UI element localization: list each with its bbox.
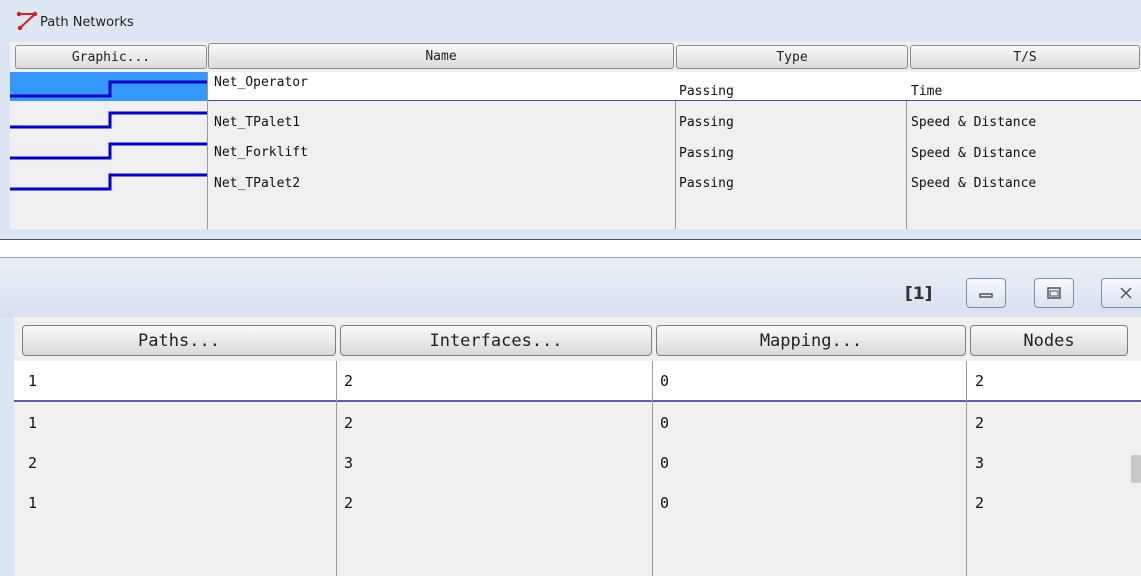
row-mapping[interactable]: 0: [660, 414, 669, 432]
row-divider: [208, 100, 1141, 101]
minimize-icon[interactable]: [966, 278, 1006, 308]
row-mapping[interactable]: 0: [660, 372, 669, 390]
column-header-graphic[interactable]: Graphic...: [15, 45, 207, 69]
row-name[interactable]: Net_Forklift: [214, 145, 308, 160]
row-name[interactable]: Net_TPalet1: [214, 115, 300, 130]
column-divider: [336, 361, 337, 576]
column-divider: [966, 361, 967, 576]
close-icon[interactable]: [1101, 278, 1141, 308]
row-type[interactable]: Passing: [679, 146, 734, 161]
row-type[interactable]: Passing: [679, 115, 734, 130]
row-ts[interactable]: Speed & Distance: [911, 146, 1036, 161]
maximize-icon[interactable]: [1034, 278, 1074, 308]
row-nodes[interactable]: 2: [975, 372, 984, 390]
network-graphic[interactable]: [10, 72, 207, 101]
column-header-interfaces[interactable]: Interfaces...: [340, 325, 652, 356]
column-header-type[interactable]: Type: [676, 45, 908, 69]
window-title: Path Networks: [40, 15, 134, 30]
row-name[interactable]: Net_Operator: [214, 75, 308, 90]
row-type[interactable]: Passing: [679, 84, 734, 99]
row-nodes[interactable]: 3: [975, 454, 984, 472]
row-interfaces[interactable]: 3: [344, 454, 353, 472]
window-title-bar: Path Networks: [0, 0, 1141, 42]
row-paths[interactable]: 1: [28, 414, 37, 432]
row-type[interactable]: Passing: [679, 176, 734, 191]
vertical-scrollbar[interactable]: [1131, 455, 1141, 483]
network-graphic[interactable]: [10, 135, 207, 163]
column-header-name[interactable]: Name: [208, 43, 674, 69]
row-interfaces[interactable]: 2: [344, 494, 353, 512]
selected-row-highlight: [14, 361, 1141, 401]
window-title-bar: [1]: [0, 257, 1141, 318]
row-ts[interactable]: Time: [911, 84, 942, 99]
row-name[interactable]: Net_TPalet2: [214, 176, 300, 191]
selected-row-highlight: [208, 72, 1141, 101]
path-network-icon: [16, 11, 38, 31]
row-nodes[interactable]: 2: [975, 414, 984, 432]
column-header-mapping[interactable]: Mapping...: [656, 325, 966, 356]
path-network-details-table: Paths... Interfaces... Mapping... Nodes …: [14, 317, 1141, 576]
row-divider: [14, 400, 1141, 402]
column-header-ts[interactable]: T/S: [910, 45, 1140, 69]
row-interfaces[interactable]: 2: [344, 372, 353, 390]
path-networks-table: Graphic... Name Type T/S Net_Operator Pa…: [10, 42, 1141, 229]
path-networks-window: Path Networks Graphic... Name Type T/S N…: [0, 0, 1141, 240]
network-graphic[interactable]: [10, 104, 207, 132]
row-ts[interactable]: Speed & Distance: [911, 176, 1036, 191]
path-network-details-window: [1] Paths... Interfaces... Mapping... No…: [0, 257, 1141, 576]
row-nodes[interactable]: 2: [975, 494, 984, 512]
row-paths[interactable]: 1: [28, 494, 37, 512]
column-header-paths[interactable]: Paths...: [22, 325, 336, 356]
row-mapping[interactable]: 0: [660, 494, 669, 512]
row-paths[interactable]: 2: [28, 454, 37, 472]
network-graphic[interactable]: [10, 166, 207, 194]
column-divider: [652, 361, 653, 576]
row-interfaces[interactable]: 2: [344, 414, 353, 432]
row-ts[interactable]: Speed & Distance: [911, 115, 1036, 130]
window-index: [1]: [905, 284, 933, 304]
column-header-nodes[interactable]: Nodes: [970, 325, 1128, 356]
row-mapping[interactable]: 0: [660, 454, 669, 472]
row-paths[interactable]: 1: [28, 372, 37, 390]
